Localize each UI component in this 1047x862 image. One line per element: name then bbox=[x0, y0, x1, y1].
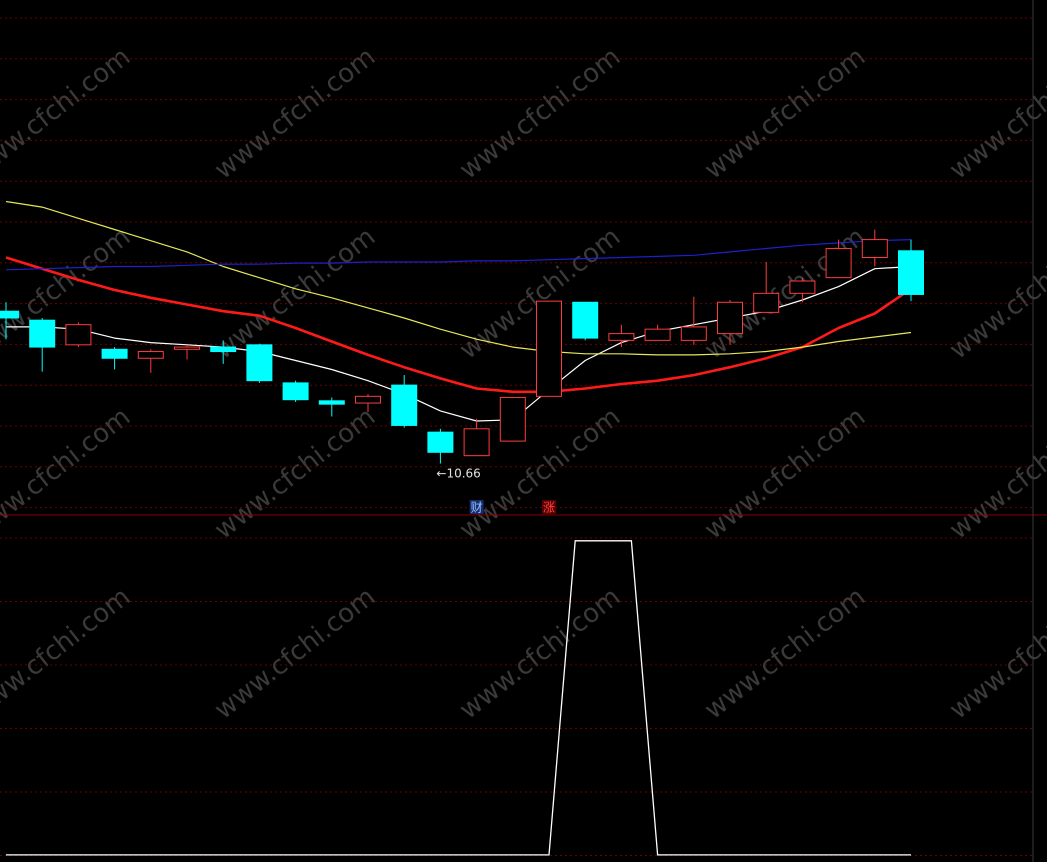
candle-body-up bbox=[608, 333, 635, 341]
candle[interactable] bbox=[391, 375, 418, 428]
candle-body-up bbox=[174, 346, 200, 350]
candle[interactable] bbox=[499, 396, 526, 442]
watermark-text: www.cfchi.com bbox=[209, 402, 381, 546]
candle-body-up bbox=[789, 280, 816, 294]
zhang-badge-label: 涨 bbox=[543, 500, 555, 515]
watermark-layer: www.cfchi.com www.cfchi.com www.cfchi.com w… bbox=[0, 42, 1047, 726]
candle-body-down bbox=[282, 382, 309, 401]
candle[interactable] bbox=[644, 324, 671, 341]
candle[interactable] bbox=[427, 428, 454, 464]
candle-body-down bbox=[898, 250, 924, 295]
candle-body-up bbox=[680, 326, 707, 341]
candle[interactable] bbox=[318, 397, 345, 417]
candle-body-up bbox=[644, 328, 671, 341]
candle-body-up bbox=[463, 428, 490, 457]
watermark-text: www.cfchi.com bbox=[944, 582, 1047, 726]
candle[interactable] bbox=[101, 347, 128, 370]
candle[interactable] bbox=[29, 317, 56, 372]
candle[interactable] bbox=[536, 300, 562, 397]
candle-body-up bbox=[861, 239, 888, 259]
ma-yellow-line bbox=[5, 200, 912, 356]
candle-body-down bbox=[210, 346, 237, 353]
stock-chart: www.cfchi.com www.cfchi.com www.cfchi.com w… bbox=[0, 0, 1047, 862]
candle[interactable] bbox=[174, 344, 200, 360]
sub-panel-grid bbox=[0, 537, 1033, 856]
candle-body-down bbox=[246, 344, 273, 382]
candle[interactable] bbox=[608, 324, 635, 348]
watermark-text: www.cfchi.com bbox=[209, 42, 381, 186]
candle-body-down bbox=[572, 301, 599, 339]
candle-body-up bbox=[717, 301, 743, 335]
candle-body-up bbox=[753, 292, 780, 313]
candle-body-down bbox=[427, 431, 454, 453]
watermark-text: www.cfchi.com bbox=[0, 42, 136, 186]
candle-body-up bbox=[536, 300, 562, 397]
candle-body-up bbox=[825, 248, 852, 279]
candle-body-up bbox=[499, 396, 526, 442]
watermark-text: www.cfchi.com bbox=[0, 582, 136, 726]
candle[interactable] bbox=[282, 380, 309, 402]
candle-body-down bbox=[101, 348, 128, 359]
low-price-label: ←10.66 bbox=[436, 467, 480, 481]
watermark-text: www.cfchi.com bbox=[0, 402, 136, 546]
candle[interactable] bbox=[861, 229, 888, 267]
candle-body-down bbox=[0, 310, 19, 319]
candle[interactable] bbox=[572, 301, 599, 341]
ma-red-line bbox=[5, 256, 912, 394]
candle-body-up bbox=[137, 351, 164, 359]
watermark-text: www.cfchi.com bbox=[699, 582, 871, 726]
candle-body-down bbox=[29, 319, 56, 348]
candle[interactable] bbox=[898, 239, 924, 302]
ma-blue-line bbox=[5, 239, 912, 271]
cai-badge-label: 财 bbox=[471, 501, 483, 515]
candle[interactable] bbox=[137, 349, 164, 373]
candle[interactable] bbox=[246, 343, 273, 383]
watermark-text: www.cfchi.com bbox=[944, 42, 1047, 186]
candle[interactable] bbox=[463, 418, 490, 457]
candle-body-down bbox=[318, 400, 345, 405]
watermark-text: www.cfchi.com bbox=[699, 402, 871, 546]
candle-body-up bbox=[355, 395, 381, 404]
candle-body-up bbox=[65, 324, 92, 346]
watermark-text: www.cfchi.com bbox=[209, 582, 381, 726]
candle-body-down bbox=[391, 384, 418, 426]
watermark-text: www.cfchi.com bbox=[454, 582, 626, 726]
candle[interactable] bbox=[65, 322, 92, 348]
watermark-text: www.cfchi.com bbox=[944, 402, 1047, 546]
watermark-text: www.cfchi.com bbox=[454, 42, 626, 186]
watermark-text: www.cfchi.com bbox=[699, 42, 871, 186]
